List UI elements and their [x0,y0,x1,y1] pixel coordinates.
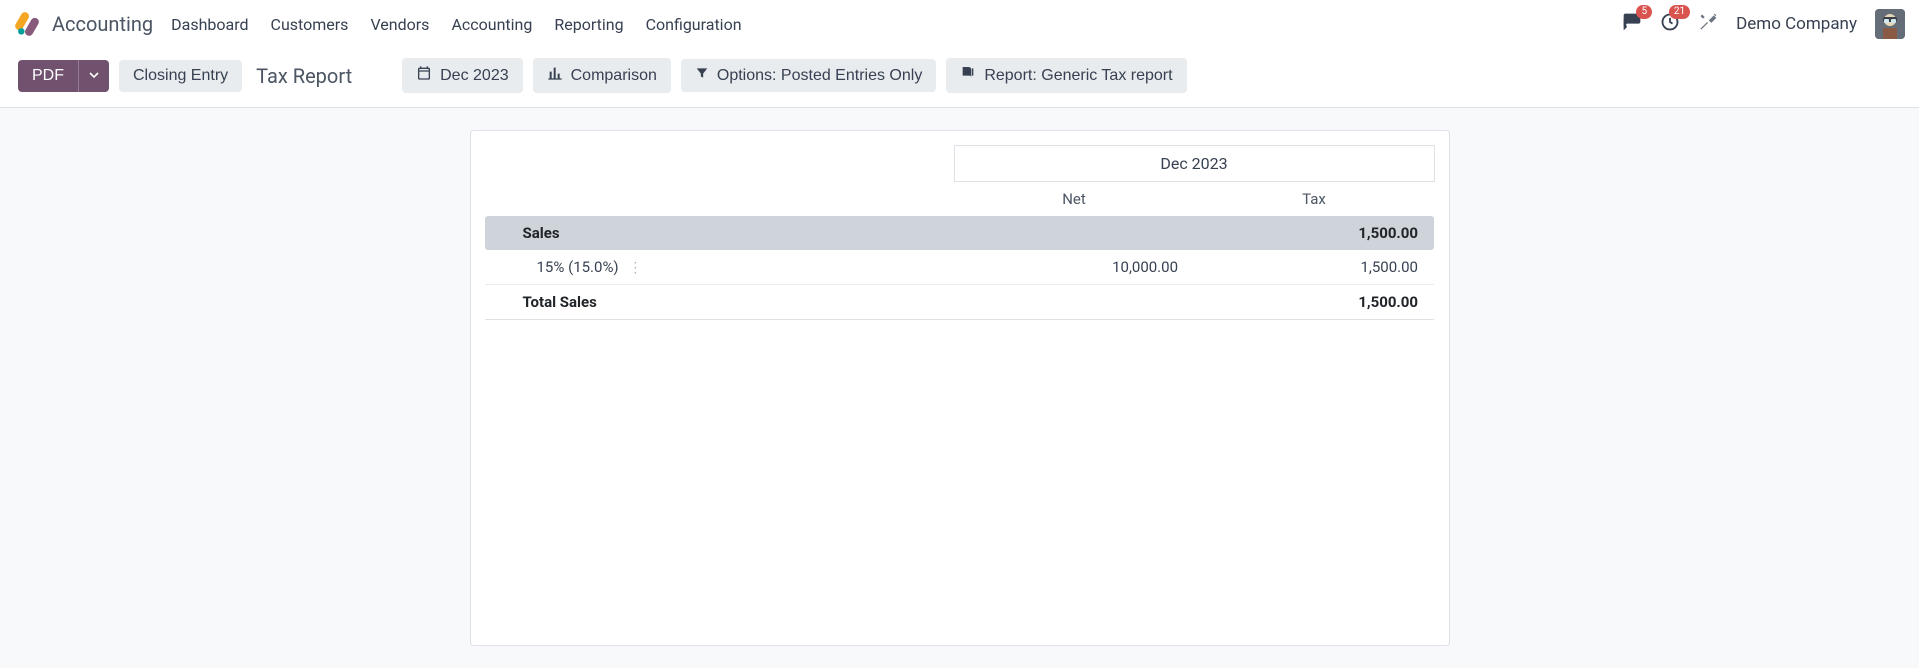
nav-configuration[interactable]: Configuration [646,15,742,34]
closing-entry-button[interactable]: Closing Entry [119,60,242,92]
app-logo[interactable] [14,11,40,37]
options-button[interactable]: Options: Posted Entries Only [681,59,936,92]
total-sales-label: Total Sales [485,285,955,320]
col-net-header: Net [954,182,1194,217]
period-header: Dec 2023 [954,146,1434,182]
date-filter-label: Dec 2023 [440,67,509,85]
tools-icon [1698,12,1718,36]
page-title: Tax Report [256,64,352,88]
main-area: Dec 2023 Net Tax Sales 1,500.00 15% (15.… [0,108,1919,668]
navbar: Accounting Dashboard Customers Vendors A… [0,0,1919,48]
col-tax-header: Tax [1194,182,1434,217]
table-row[interactable]: 15% (15.0%) ⋮ 10,000.00 1,500.00 [485,250,1435,285]
period-header-row: Dec 2023 [485,146,1435,182]
comparison-label: Comparison [571,67,657,85]
sales-section-tax: 1,500.00 [1194,216,1434,250]
report-table: Dec 2023 Net Tax Sales 1,500.00 15% (15.… [485,145,1435,320]
nav-customers[interactable]: Customers [271,15,349,34]
debug-tools-button[interactable] [1698,12,1718,36]
options-label: Options: Posted Entries Only [717,67,922,85]
pdf-button[interactable]: PDF [18,60,78,92]
sales-section-net [954,216,1194,250]
activities-badge: 21 [1669,5,1690,19]
report-button[interactable]: Report: Generic Tax report [946,58,1186,93]
nav-accounting[interactable]: Accounting [451,15,532,34]
more-actions-icon[interactable]: ⋮ [628,260,642,276]
col-blank [485,182,955,217]
messages-button[interactable]: 5 [1622,12,1642,36]
calendar-icon [416,65,432,86]
row-0-label-cell: 15% (15.0%) ⋮ [485,250,955,285]
date-filter-button[interactable]: Dec 2023 [402,58,523,93]
nav-right: 5 21 Demo Company [1622,9,1905,39]
row-0-label: 15% (15.0%) [537,258,619,276]
row-0-tax: 1,500.00 [1194,250,1434,285]
total-sales-row: Total Sales 1,500.00 [485,285,1435,320]
user-avatar[interactable] [1875,9,1905,39]
pdf-dropdown-button[interactable] [78,60,109,92]
row-0-net: 10,000.00 [954,250,1194,285]
messages-badge: 5 [1636,5,1652,19]
total-sales-net [954,285,1194,320]
caret-down-icon [89,67,99,85]
nav-items: Dashboard Customers Vendors Accounting R… [171,15,741,34]
column-header-row: Net Tax [485,182,1435,217]
report-label: Report: Generic Tax report [984,67,1172,85]
nav-reporting[interactable]: Reporting [554,15,623,34]
activities-button[interactable]: 21 [1660,12,1680,36]
period-blank [485,146,955,182]
pdf-button-group: PDF [18,60,109,92]
total-sales-tax: 1,500.00 [1194,285,1434,320]
filter-icon [695,66,709,85]
nav-vendors[interactable]: Vendors [370,15,429,34]
report-card: Dec 2023 Net Tax Sales 1,500.00 15% (15.… [470,130,1450,646]
sales-section-label: Sales [485,216,955,250]
app-name[interactable]: Accounting [52,12,153,36]
comparison-button[interactable]: Comparison [533,58,671,93]
company-switcher[interactable]: Demo Company [1736,14,1857,34]
book-icon [960,65,976,86]
nav-dashboard[interactable]: Dashboard [171,15,248,34]
control-bar: PDF Closing Entry Tax Report Dec 2023 Co… [0,48,1919,108]
bar-chart-icon [547,65,563,86]
sales-section-row[interactable]: Sales 1,500.00 [485,216,1435,250]
